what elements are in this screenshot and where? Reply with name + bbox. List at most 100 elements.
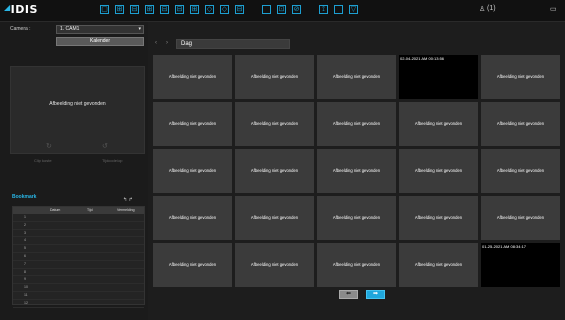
thumbnail-cell[interactable]: Afbeelding niet gevonden xyxy=(481,196,560,240)
bookmark-row[interactable]: 2 xyxy=(13,222,144,230)
thumbnail-cell[interactable]: Afbeelding niet gevonden xyxy=(481,55,560,99)
thumbnail-text: Afbeelding niet gevonden xyxy=(414,262,463,267)
thumbnail-cell[interactable]: Afbeelding niet gevonden xyxy=(317,243,396,287)
bookmark-title: Bookmark xyxy=(12,194,37,200)
thumbnail-cell[interactable]: Afbeelding niet gevonden xyxy=(153,149,232,193)
thumbnail-cell[interactable]: Afbeelding niet gevonden xyxy=(317,102,396,146)
thumbnail-cell[interactable]: 02-04-2021 AM 00:13:56 xyxy=(399,55,478,99)
thumbnail-text: Afbeelding niet gevonden xyxy=(250,262,299,267)
thumbnail-cell[interactable]: Afbeelding niet gevonden xyxy=(235,196,314,240)
nav-forward-icon[interactable]: › xyxy=(166,40,168,46)
thumbnail-cell[interactable]: Afbeelding niet gevonden xyxy=(317,149,396,193)
thumbnail-cell[interactable]: Afbeelding niet gevonden xyxy=(399,149,478,193)
next-page-button[interactable]: ➡ xyxy=(366,290,385,299)
layout-16-icon[interactable]: ⊞ xyxy=(145,5,154,14)
thumbnail-text: Afbeelding niet gevonden xyxy=(414,121,463,126)
camera-select[interactable]: 1. CAM1 ▾ xyxy=(56,25,144,34)
bookmark-row[interactable]: 5 xyxy=(13,245,144,253)
thumbnail-text: Afbeelding niet gevonden xyxy=(168,74,217,79)
thumbnail-text: Afbeelding niet gevonden xyxy=(250,74,299,79)
bookmark-row[interactable]: 12 xyxy=(13,300,144,308)
thumbnail-text: Afbeelding niet gevonden xyxy=(168,121,217,126)
thumbnail-cell[interactable]: Afbeelding niet gevonden xyxy=(235,149,314,193)
thumbnail-cell[interactable]: Afbeelding niet gevonden xyxy=(317,196,396,240)
thumbnail-cell[interactable]: Afbeelding niet gevonden xyxy=(153,102,232,146)
thumbnail-text: Afbeelding niet gevonden xyxy=(332,74,381,79)
zoom-out-icon[interactable]: ◇ xyxy=(220,5,229,14)
thumbnail-text: Afbeelding niet gevonden xyxy=(414,215,463,220)
bookmark-row[interactable]: 7 xyxy=(13,261,144,269)
rotate-right-icon[interactable]: ↺ xyxy=(102,142,108,150)
thumbnail-text: Afbeelding niet gevonden xyxy=(332,215,381,220)
thumbnail-cell[interactable]: Afbeelding niet gevonden xyxy=(317,55,396,99)
layout-6-icon[interactable]: ⊟ xyxy=(160,5,169,14)
bookmark-nav[interactable]: ↰ ↱ xyxy=(123,197,133,203)
rotate-left-icon[interactable]: ↻ xyxy=(46,142,52,150)
bookmark-table-header: Datum Tijd Vermelding xyxy=(13,207,144,214)
bookmark-col-note[interactable]: Vermelding xyxy=(117,207,135,214)
thumbnail-text: Afbeelding niet gevonden xyxy=(414,168,463,173)
thumbnail-cell[interactable]: Afbeelding niet gevonden xyxy=(235,55,314,99)
bookmark-row[interactable]: 8 xyxy=(13,269,144,277)
thumbnail-cell[interactable]: Afbeelding niet gevonden xyxy=(235,102,314,146)
bookmark-row[interactable]: 11 xyxy=(13,292,144,300)
bookmark-row[interactable]: 3 xyxy=(13,230,144,238)
thumbnail-cell[interactable]: 01-25-2021 AM 08:34:17 xyxy=(481,243,560,287)
preview-text: Afbeelding niet gevonden xyxy=(49,101,106,107)
zoom-icon[interactable]: ◇ xyxy=(205,5,214,14)
bookmark-row[interactable]: 4 xyxy=(13,237,144,246)
thumbnail-text: Afbeelding niet gevonden xyxy=(496,215,545,220)
thumbnail-text: Afbeelding niet gevonden xyxy=(496,74,545,79)
thumbnail-text: Afbeelding niet gevonden xyxy=(168,168,217,173)
thumbnail-cell[interactable]: Afbeelding niet gevonden xyxy=(399,102,478,146)
preview-pane: Afbeelding niet gevonden xyxy=(10,66,145,154)
view-mode-label[interactable]: Dag xyxy=(176,39,290,49)
export-icon[interactable] xyxy=(262,5,271,14)
layout-13-icon[interactable]: ⊞ xyxy=(190,5,199,14)
bookmark-col-date[interactable]: Datum xyxy=(50,207,60,214)
thumbnail-text: Afbeelding niet gevonden xyxy=(332,121,381,126)
prev-page-button[interactable]: ⬅ xyxy=(339,290,358,299)
nav-back-icon[interactable]: ‹ xyxy=(155,40,157,46)
play-icon[interactable]: ▽ xyxy=(349,5,358,14)
thumbnail-text: Afbeelding niet gevonden xyxy=(496,121,545,126)
bookmark-col-time[interactable]: Tijd xyxy=(87,207,93,214)
layout-4-icon[interactable]: ⊞ xyxy=(115,5,124,14)
layout-8-icon[interactable]: ⊟ xyxy=(175,5,184,14)
layout-9-icon[interactable]: ⊟ xyxy=(130,5,139,14)
window-icon[interactable]: ▭ xyxy=(550,5,557,13)
idis-logo: ◢IDIS xyxy=(4,3,38,16)
bookmark-row[interactable]: 6 xyxy=(13,253,144,261)
thumbnail-cell[interactable]: Afbeelding niet gevonden xyxy=(399,243,478,287)
camera-label: Camera : xyxy=(10,26,31,32)
clip-label[interactable]: Clip koste xyxy=(34,158,52,163)
thumbnail-cell[interactable]: Afbeelding niet gevonden xyxy=(235,243,314,287)
calendar-button[interactable]: Kalender xyxy=(56,37,144,46)
search-icon[interactable]: ⊡ xyxy=(277,5,286,14)
chevron-down-icon: ▾ xyxy=(138,26,141,32)
thumbnail-cell[interactable]: Afbeelding niet gevonden xyxy=(153,196,232,240)
bookmark-row[interactable]: 10 xyxy=(13,284,144,292)
bookmark-table: Datum Tijd Vermelding 1 2 3 4 5 6 7 8 9 10 11 12 xyxy=(12,206,145,308)
camera-status-icon: ♙ xyxy=(479,6,486,13)
filter-icon[interactable]: ⟟ xyxy=(319,5,328,14)
thumbnail-timestamp: 01-25-2021 AM 08:34:17 xyxy=(482,244,527,249)
thumbnail-cell[interactable]: Afbeelding niet gevonden xyxy=(399,196,478,240)
thumbnail-timestamp: 02-04-2021 AM 00:13:56 xyxy=(400,56,445,61)
bookmark-row[interactable]: 9 xyxy=(13,276,144,285)
thumbnail-cell[interactable]: Afbeelding niet gevonden xyxy=(481,149,560,193)
bookmark-icon[interactable]: ⊘ xyxy=(292,5,301,14)
camera-status-text: (1) xyxy=(487,5,496,12)
view-icon[interactable] xyxy=(334,5,343,14)
thumbnail-cell[interactable]: Afbeelding niet gevonden xyxy=(481,102,560,146)
timecode-label[interactable]: Tijdcode/op xyxy=(102,158,123,163)
thumbnail-text: Afbeelding niet gevonden xyxy=(332,168,381,173)
clip-row: Clip koste Tijdcode/op xyxy=(10,158,145,166)
layout-1-icon[interactable]: ▢ xyxy=(100,5,109,14)
thumbnail-cell[interactable]: Afbeelding niet gevonden xyxy=(153,55,232,99)
thumbnail-text: Afbeelding niet gevonden xyxy=(332,262,381,267)
thumbnail-grid: Afbeelding niet gevonden Afbeelding niet … xyxy=(152,54,562,287)
bookmark-row[interactable]: 1 xyxy=(13,214,144,222)
panorama-icon[interactable]: ⊟ xyxy=(235,5,244,14)
thumbnail-cell[interactable]: Afbeelding niet gevonden xyxy=(153,243,232,287)
